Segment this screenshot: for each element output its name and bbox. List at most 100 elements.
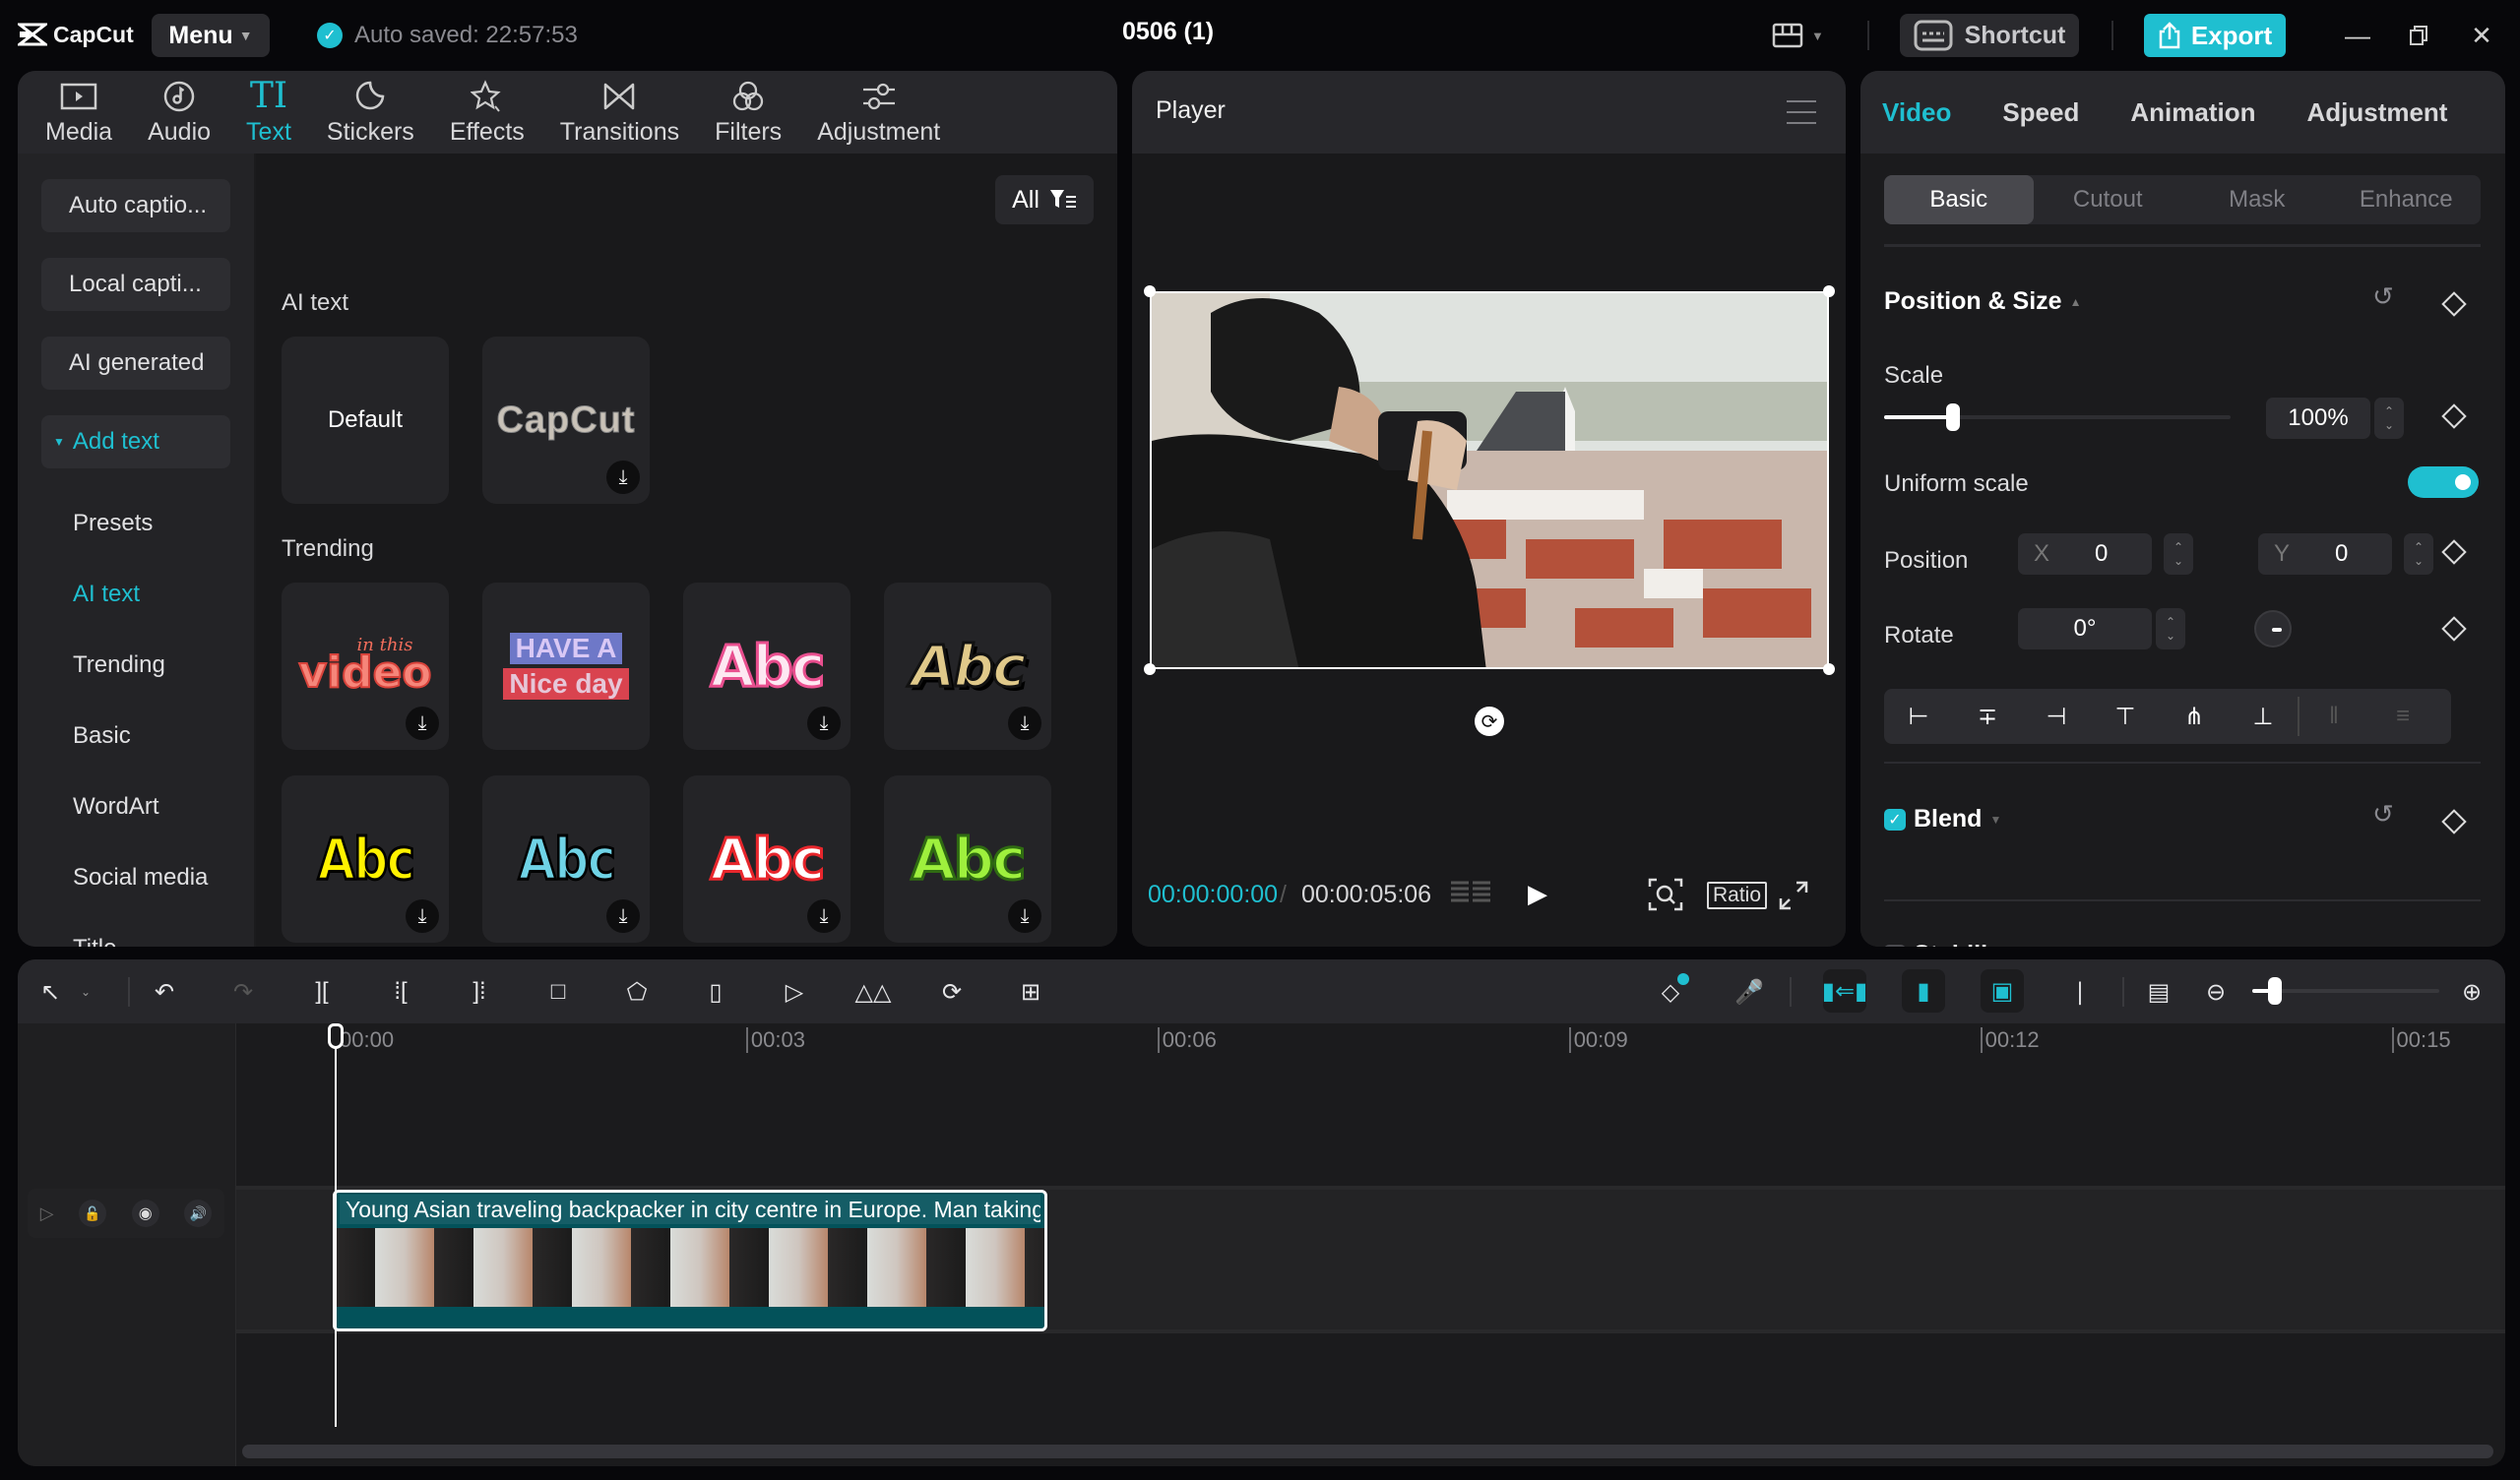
category-basic[interactable]: Basic xyxy=(73,722,131,750)
timeline-zoom-slider[interactable] xyxy=(2252,977,2439,1005)
category-title[interactable]: Title xyxy=(73,935,116,947)
tab-transitions[interactable]: Transitions xyxy=(542,71,697,154)
volume-icon[interactable]: 🔊 xyxy=(184,1200,213,1227)
link-button[interactable]: ▣ xyxy=(1981,969,2024,1013)
zoom-to-fit-button[interactable]: ▤ xyxy=(2140,973,2177,1011)
align-right-icon[interactable]: ⊣ xyxy=(2022,703,2091,731)
main-track-magnet-button[interactable]: ▮⇐▮ xyxy=(1822,969,1867,1013)
rotate-dial[interactable] xyxy=(2254,610,2292,648)
download-icon[interactable]: ⤓ xyxy=(807,707,841,740)
keyframe-icon[interactable] xyxy=(2441,291,2467,317)
horizontal-scrollbar[interactable] xyxy=(242,1445,2493,1458)
download-icon[interactable]: ⤓ xyxy=(807,899,841,933)
position-size-header[interactable]: Position & Size ▲ xyxy=(1884,287,2081,316)
blend-checkbox[interactable]: ✓ xyxy=(1884,808,1906,831)
template-have-a-nice-day[interactable]: HAVE A Nice day xyxy=(482,583,650,750)
category-wordart[interactable]: WordArt xyxy=(73,793,159,821)
subtab-cutout[interactable]: Cutout xyxy=(2034,175,2183,224)
tab-stickers[interactable]: Stickers xyxy=(309,71,432,154)
subtab-enhance[interactable]: Enhance xyxy=(2332,175,2482,224)
tab-media[interactable]: Media xyxy=(28,71,130,154)
scale-input[interactable]: 100% xyxy=(2266,398,2370,439)
reverse-button[interactable]: ▷ xyxy=(776,973,813,1011)
redo-button[interactable]: ↷ xyxy=(224,973,262,1011)
ratio-button[interactable]: Ratio xyxy=(1707,882,1768,909)
category-presets[interactable]: Presets xyxy=(73,510,153,537)
keyframe-icon[interactable] xyxy=(2441,403,2467,429)
video-clip[interactable]: Young Asian traveling backpacker in city… xyxy=(333,1190,1047,1331)
position-x-input[interactable]: X 0 xyxy=(2018,533,2152,575)
time-ruler[interactable]: 00:00 00:03 00:06 00:09 00:12 00:15 xyxy=(236,1023,2505,1058)
template-in-this-video[interactable]: in this video ⤓ xyxy=(282,583,449,750)
freeze-button[interactable]: ▯ xyxy=(697,973,734,1011)
select-tool-button[interactable]: ↖ xyxy=(32,973,69,1011)
hamburger-menu-icon[interactable] xyxy=(1787,100,1816,124)
distribute-h-icon[interactable]: ‖ xyxy=(2300,703,2368,730)
local-captions-button[interactable]: Local capti... xyxy=(41,258,230,311)
auto-captions-button[interactable]: Auto captio... xyxy=(41,179,230,232)
scale-stepper[interactable]: ⌃ ⌄ xyxy=(2374,398,2404,439)
split-button[interactable]: ][ xyxy=(303,973,341,1011)
align-center-v-icon[interactable]: ⋔ xyxy=(2160,703,2229,731)
eye-icon[interactable]: ◉ xyxy=(131,1200,159,1227)
distribute-v-icon[interactable]: ≡ xyxy=(2368,703,2437,730)
play-button[interactable]: ▶ xyxy=(1522,878,1553,909)
align-left-icon[interactable]: ⊢ xyxy=(1884,703,1953,731)
tab-animation[interactable]: Animation xyxy=(2130,97,2255,128)
tab-adjustment[interactable]: Adjustment xyxy=(2306,97,2447,128)
fullscreen-button[interactable] xyxy=(1778,880,1809,911)
download-icon[interactable]: ⤓ xyxy=(606,899,640,933)
delete-button[interactable]: □ xyxy=(539,973,577,1011)
tab-text[interactable]: TI Text xyxy=(228,71,309,154)
stabilize-checkbox[interactable] xyxy=(1884,944,1906,947)
crop-button[interactable]: ⊞ xyxy=(1012,973,1049,1011)
ai-generated-button[interactable]: AI generated xyxy=(41,337,230,390)
template-abc-red[interactable]: Abc ⤓ xyxy=(683,775,850,943)
template-abc-green[interactable]: Abc ⤓ xyxy=(884,775,1051,943)
align-bottom-icon[interactable]: ⊥ xyxy=(2229,703,2298,731)
filter-button[interactable]: All xyxy=(995,175,1094,224)
layout-button[interactable]: ▼ xyxy=(1772,18,1841,53)
mirror-button[interactable]: △△ xyxy=(854,973,892,1011)
close-button[interactable]: ✕ xyxy=(2457,14,2506,57)
menu-button[interactable]: Menu ▼ xyxy=(152,14,270,57)
zoom-in-button[interactable]: ⊕ xyxy=(2453,973,2490,1011)
scale-slider-handle[interactable] xyxy=(1946,403,1961,431)
rotate-stepper[interactable]: ⌃ ⌄ xyxy=(2156,608,2185,649)
select-mode-dropdown[interactable]: ⌄ xyxy=(67,973,104,1011)
undo-button[interactable]: ↶ xyxy=(146,973,183,1011)
position-x-stepper[interactable]: ⌃ ⌄ xyxy=(2164,533,2193,575)
resize-handle[interactable] xyxy=(1823,285,1835,297)
download-icon[interactable]: ⤓ xyxy=(606,461,640,494)
restore-button[interactable] xyxy=(2394,14,2443,57)
uniform-scale-toggle[interactable] xyxy=(2408,466,2479,498)
keyframe-icon[interactable] xyxy=(2441,809,2467,834)
template-abc-cyan[interactable]: Abc ⤓ xyxy=(482,775,650,943)
stabilize-header[interactable]: Stabilize ▼ xyxy=(1884,941,2033,947)
scale-slider[interactable] xyxy=(1884,403,2231,431)
tab-adjustment[interactable]: Adjustment xyxy=(799,71,958,154)
zoom-slider-handle[interactable] xyxy=(2267,977,2282,1005)
minimize-button[interactable]: — xyxy=(2333,14,2382,57)
record-voice-button[interactable]: 🎤 xyxy=(1731,973,1768,1011)
video-preview[interactable] xyxy=(1150,291,1829,669)
resize-handle[interactable] xyxy=(1144,663,1156,675)
blend-header[interactable]: ✓ Blend ▼ xyxy=(1884,805,2001,833)
add-text-button[interactable]: ▼ Add text xyxy=(41,415,230,468)
split-left-button[interactable]: ⁞[ xyxy=(382,973,419,1011)
align-top-icon[interactable]: ⊤ xyxy=(2091,703,2160,731)
rotate-handle-icon[interactable]: ⟳ xyxy=(1475,707,1504,736)
zoom-preview-button[interactable] xyxy=(1648,878,1683,911)
download-icon[interactable]: ⤓ xyxy=(406,707,439,740)
export-button[interactable]: Export xyxy=(2144,14,2286,57)
reset-icon[interactable]: ↺ xyxy=(2372,281,2394,312)
align-center-h-icon[interactable]: ∓ xyxy=(1953,703,2022,731)
preview-axis-button[interactable]: ∣ xyxy=(2061,973,2099,1011)
keyframe-ai-button[interactable]: ◇ xyxy=(1652,973,1689,1011)
resize-handle[interactable] xyxy=(1823,663,1835,675)
template-default[interactable]: Default xyxy=(282,337,449,504)
template-abc-yellow[interactable]: Abc ⤓ xyxy=(282,775,449,943)
subtab-basic[interactable]: Basic xyxy=(1884,175,2034,224)
download-icon[interactable]: ⤓ xyxy=(1008,899,1041,933)
auto-snap-button[interactable]: ▮ xyxy=(1902,969,1945,1013)
